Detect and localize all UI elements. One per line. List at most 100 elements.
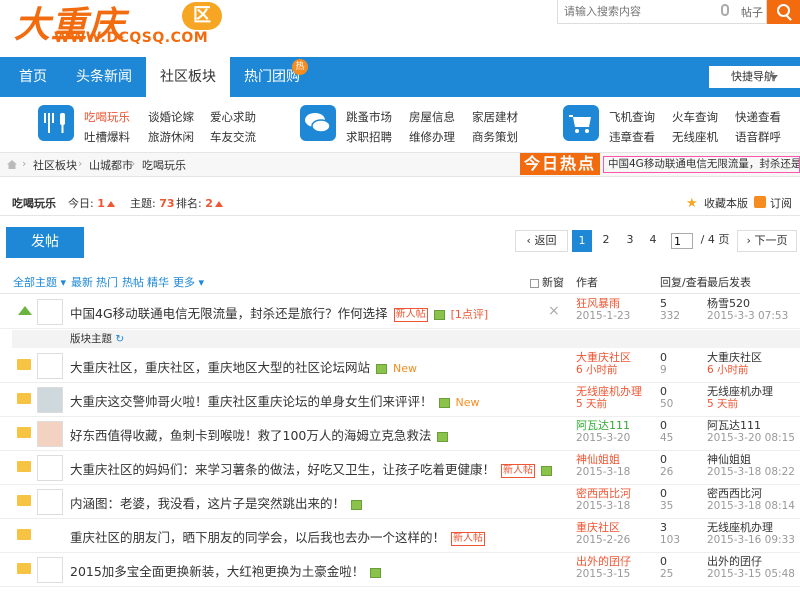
search-type-select[interactable]: 帖子 (741, 4, 763, 20)
filter-hot[interactable]: 热门 (96, 274, 118, 290)
thread-author[interactable]: 大重庆社区 (576, 351, 631, 364)
filter-featured[interactable]: 精华 (147, 274, 169, 290)
shopping-cart-icon (563, 105, 599, 141)
quick-nav-dropdown[interactable]: 快捷导航 (709, 66, 800, 88)
cat-complaints[interactable]: 吐槽爆料 (84, 129, 130, 145)
star-icon[interactable]: ★ (686, 196, 698, 211)
search-input[interactable] (564, 3, 704, 19)
thread-author[interactable]: 无线座机办理 (576, 385, 642, 398)
thread-author[interactable]: 重庆社区 (576, 521, 620, 534)
view-count: 26 (660, 466, 674, 478)
page-1[interactable]: 1 (572, 230, 592, 252)
thread-title[interactable]: 大重庆社区，重庆社区，重庆地区大型的社区论坛网站 New (70, 357, 417, 376)
table-row[interactable]: 大重庆社区的妈妈们：来学习薯条的做法，好吃又卫生，让孩子吃着更健康！ 新人帖 神仙… (0, 451, 800, 485)
rss-icon[interactable] (754, 196, 766, 208)
cat-violation-query[interactable]: 违章查看 (609, 129, 655, 145)
thread-title[interactable]: 中国4G移动联通电信无限流量，封杀还是旅行？作何选择 新人帖 [1点评] (70, 303, 488, 322)
page-number-input[interactable] (671, 233, 693, 249)
cat-car-club[interactable]: 车友交流 (210, 129, 256, 145)
cat-business[interactable]: 商务策划 (472, 129, 518, 145)
table-row[interactable]: 大重庆社区，重庆社区，重庆地区大型的社区论坛网站 New 大重庆社区 6 小时前 … (0, 349, 800, 383)
last-poster[interactable]: 神仙姐姐 (707, 453, 751, 466)
cat-jobs[interactable]: 求职招聘 (346, 129, 392, 145)
table-row[interactable]: 内涵图：老婆，我没看，这片子是突然跳出来的！ 密西西比河 2015-3-18 0… (0, 485, 800, 519)
thread-thumbnail (37, 299, 63, 325)
refresh-icon[interactable]: ↻ (115, 333, 124, 345)
thread-list-header: 全部主题 ▾ 最新 热门 热帖 精华 更多 ▾ 新窗 作者 回复/查看 最后发表 (0, 268, 800, 294)
cat-wireless-phone[interactable]: 无线座机 (672, 129, 718, 145)
filter-more[interactable]: 更多 ▾ (173, 274, 204, 290)
thread-author[interactable]: 神仙姐姐 (576, 453, 620, 466)
thread-author[interactable]: 狂风暴雨 (576, 297, 620, 310)
cat-repair[interactable]: 维修办理 (409, 129, 455, 145)
last-poster[interactable]: 密西西比河 (707, 487, 762, 500)
nav-headline-news[interactable]: 头条新闻 (66, 57, 142, 97)
site-logo[interactable]: 大重庆 区 WWW.DCQSQ.COM (14, 0, 222, 52)
view-count: 35 (660, 500, 674, 512)
filter-hot-posts[interactable]: 热帖 (122, 274, 144, 290)
home-icon[interactable] (7, 160, 17, 169)
breadcrumb-forum[interactable]: 吃喝玩乐 (142, 157, 186, 173)
cat-help[interactable]: 爱心求助 (210, 109, 256, 125)
reply-count: 0 (660, 385, 667, 398)
thread-thumbnail (37, 421, 63, 447)
nav-community[interactable]: 社区板块 (146, 57, 230, 97)
table-row[interactable]: 大重庆这交警帅哥火啦！重庆社区重庆论坛的单身女生们来评评！ New 无线座机办理 … (0, 383, 800, 417)
page-4[interactable]: 4 (643, 230, 663, 252)
thread-title[interactable]: 好东西值得收藏，鱼刺卡到喉咙！救了100万人的海姆立克急救法 (70, 425, 449, 444)
microphone-icon[interactable] (721, 4, 729, 16)
search-button[interactable] (767, 0, 800, 24)
last-poster[interactable]: 出外的囝仔 (707, 555, 762, 568)
thread-title[interactable]: 重庆社区的朋友门，晒下朋友的同学会，以后我也去办一个这样的！ 新人帖 (70, 527, 486, 546)
breadcrumb-community[interactable]: 社区板块 (33, 157, 77, 173)
last-poster[interactable]: 阿瓦达111 (707, 419, 761, 432)
new-window-toggle[interactable]: 新窗 (530, 274, 564, 290)
cat-flea-market[interactable]: 跳蚤市场 (346, 109, 392, 125)
subscribe-link[interactable]: 订阅 (770, 195, 792, 211)
last-poster[interactable]: 大重庆社区 (707, 351, 762, 364)
section-divider: 版块主题 ↻ (12, 330, 800, 348)
checkbox[interactable] (530, 278, 539, 288)
new-post-button[interactable]: 发帖 (6, 227, 84, 258)
thread-author[interactable]: 阿瓦达111 (576, 419, 630, 432)
thread-title[interactable]: 大重庆社区的妈妈们：来学习薯条的做法，好吃又卫生，让孩子吃着更健康！ 新人帖 (70, 459, 553, 478)
page-2[interactable]: 2 (596, 230, 616, 252)
last-poster[interactable]: 无线座机办理 (707, 521, 773, 534)
cat-express-query[interactable]: 快递查看 (735, 109, 781, 125)
cat-voice-call[interactable]: 语音群呼 (735, 129, 781, 145)
image-icon (370, 567, 382, 578)
next-page-button[interactable]: › 下一页 (737, 230, 797, 252)
thread-title[interactable]: 2015加多宝全面更换新装，大红袍更换为土豪金啦！ (70, 561, 382, 580)
filter-latest[interactable]: 最新 (71, 274, 93, 290)
cat-train-query[interactable]: 火车查询 (672, 109, 718, 125)
page-3[interactable]: 3 (620, 230, 640, 252)
thread-author[interactable]: 出外的囝仔 (576, 555, 631, 568)
cat-dating[interactable]: 谈婚论嫁 (148, 109, 194, 125)
cat-home-decor[interactable]: 家居建材 (472, 109, 518, 125)
last-poster[interactable]: 无线座机办理 (707, 385, 773, 398)
thread-title[interactable]: 内涵图：老婆，我没看，这片子是突然跳出来的！ (70, 493, 363, 512)
favorite-forum-link[interactable]: 收藏本版 (704, 195, 748, 211)
back-button[interactable]: ‹ 返回 (515, 230, 568, 252)
thread-date: 2015-1-23 (576, 310, 631, 322)
thread-author[interactable]: 密西西比河 (576, 487, 631, 500)
table-row[interactable]: 中国4G移动联通电信无限流量，封杀还是旅行？作何选择 新人帖 [1点评] × 狂风暴… (0, 295, 800, 329)
table-row[interactable]: 2015加多宝全面更换新装，大红袍更换为土豪金啦！ 出外的囝仔 2015-3-1… (0, 553, 800, 587)
cat-flight-query[interactable]: 飞机查询 (609, 109, 655, 125)
hot-ticker[interactable]: 中国4G移动联通电信无限流量，封杀还是 (603, 156, 800, 173)
last-poster[interactable]: 杨雪520 (707, 297, 750, 310)
table-row[interactable]: 好东西值得收藏，鱼刺卡到喉咙！救了100万人的海姆立克急救法 阿瓦达111 20… (0, 417, 800, 451)
cat-food-fun[interactable]: 吃喝玩乐 (84, 109, 130, 125)
nav-home[interactable]: 首页 (4, 57, 62, 97)
filter-all[interactable]: 全部主题 ▾ (13, 274, 66, 290)
close-icon[interactable]: × (548, 303, 560, 319)
reply-count: 0 (660, 351, 667, 364)
image-icon (437, 431, 449, 442)
chat-bubble-icon (300, 105, 336, 141)
table-row[interactable]: 重庆社区的朋友门，晒下朋友的同学会，以后我也去办一个这样的！ 新人帖 重庆社区 2… (0, 519, 800, 553)
reply-count: 0 (660, 419, 667, 432)
breadcrumb-city[interactable]: 山城都市 (89, 157, 133, 173)
cat-travel[interactable]: 旅游休闲 (148, 129, 194, 145)
thread-title[interactable]: 大重庆这交警帅哥火啦！重庆社区重庆论坛的单身女生们来评评！ New (70, 391, 480, 410)
cat-housing[interactable]: 房屋信息 (409, 109, 455, 125)
